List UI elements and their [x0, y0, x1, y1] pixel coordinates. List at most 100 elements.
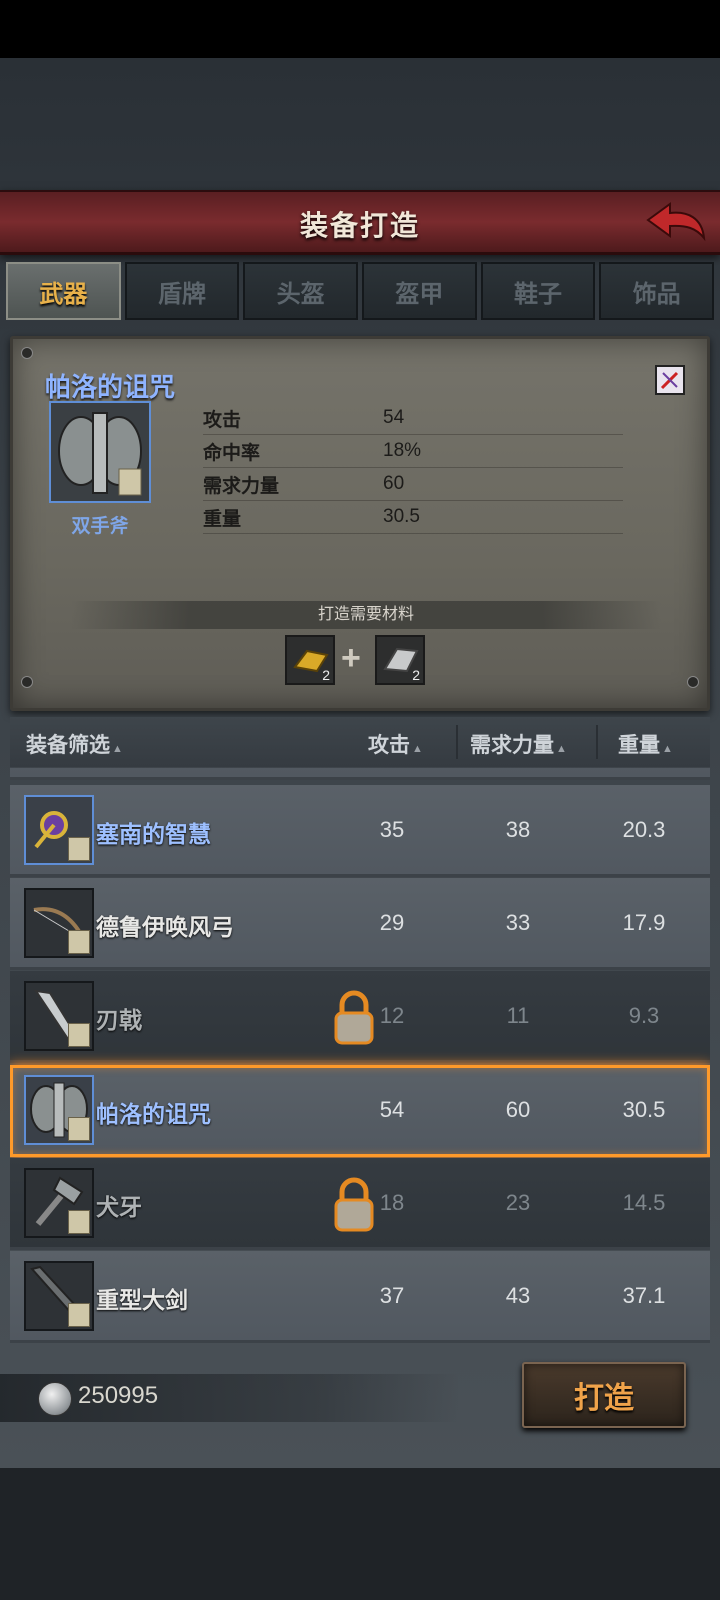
item-list[interactable]: 塞南的智慧 35 38 20.3 德鲁伊唤风弓 29 33 17.9 刃戟 12…	[10, 768, 710, 1358]
item-strength: 60	[505, 1097, 531, 1122]
bow-icon	[24, 888, 94, 958]
status-bar	[0, 0, 720, 58]
item-strength: 38	[505, 817, 531, 842]
footer-bar: 250995 打造	[0, 1360, 720, 1440]
item-weight: 9.3	[628, 1003, 660, 1028]
stat-row: 命中率 18%	[203, 435, 623, 468]
tab-shield[interactable]: 盾牌	[124, 262, 240, 320]
hammer-icon	[24, 1168, 94, 1238]
list-item[interactable]	[10, 768, 710, 780]
stat-value: 54	[383, 407, 405, 428]
title-bar: 装备打造	[0, 190, 720, 255]
item-strength: 43	[505, 1283, 531, 1308]
craft-info-icon[interactable]	[655, 365, 685, 395]
staff-icon	[24, 795, 94, 865]
rivet	[687, 676, 699, 688]
craft-button[interactable]: 打造	[522, 1362, 686, 1428]
item-weight: 17.9	[622, 910, 666, 935]
sort-arrow-icon: ▲	[662, 743, 673, 755]
item-weight: 20.3	[622, 817, 666, 842]
sort-arrow-icon: ▲	[412, 743, 423, 755]
axe-icon	[24, 1075, 94, 1145]
list-item[interactable]: 刃戟 12 11 9.3	[10, 971, 710, 1063]
stat-value: 60	[383, 473, 405, 494]
silver-coin-icon	[38, 1382, 72, 1416]
greatsword-icon	[24, 1261, 94, 1331]
list-item[interactable]: 塞南的智慧 35 38 20.3	[10, 785, 710, 877]
filter-label: 装备筛选	[26, 734, 110, 757]
tab-helmet[interactable]: 头盔	[243, 262, 359, 320]
stat-value: 18%	[383, 440, 422, 461]
list-item-selected[interactable]: 帕洛的诅咒 54 60 30.5	[10, 1065, 710, 1157]
item-attack: 54	[379, 1097, 405, 1122]
scroll-badge-icon	[68, 1023, 90, 1047]
back-button[interactable]	[644, 198, 708, 246]
bottom-area	[0, 1468, 720, 1600]
scroll-badge-icon	[68, 1210, 90, 1234]
item-name: 帕洛的诅咒	[96, 1101, 211, 1127]
tab-accessory[interactable]: 饰品	[599, 262, 715, 320]
stat-row: 攻击 54	[203, 402, 623, 435]
item-name: 塞南的智慧	[96, 821, 211, 847]
stat-value: 30.5	[383, 506, 420, 527]
strength-sort[interactable]: 需求力量 ▲	[470, 729, 567, 759]
filter-sort[interactable]: 装备筛选 ▲	[26, 729, 123, 759]
sort-arrow-icon: ▲	[556, 743, 567, 755]
list-item[interactable]: 重型大剑 37 43 37.1	[10, 1251, 710, 1343]
item-attack: 18	[379, 1190, 405, 1215]
item-strength: 33	[505, 910, 531, 935]
item-name: 刃戟	[96, 1007, 142, 1033]
material-slot[interactable]: 2	[285, 635, 335, 685]
item-weight: 30.5	[622, 1097, 666, 1122]
stat-label: 命中率	[203, 442, 261, 464]
item-attack: 35	[379, 817, 405, 842]
scroll-badge-icon	[68, 1117, 90, 1141]
scroll-badge-icon	[68, 1303, 90, 1327]
material-count: 2	[412, 667, 420, 683]
item-name: 帕洛的诅咒	[45, 372, 176, 402]
item-weight: 37.1	[622, 1283, 666, 1308]
material-slot[interactable]: 2	[375, 635, 425, 685]
category-tabs: 武器 盾牌 头盔 盔甲 鞋子 饰品	[6, 262, 715, 322]
stat-row: 重量 30.5	[203, 501, 623, 534]
item-weight: 14.5	[622, 1190, 666, 1215]
material-count: 2	[322, 667, 330, 683]
stat-label: 重量	[203, 508, 242, 530]
halberd-icon	[24, 981, 94, 1051]
sort-arrow-icon: ▲	[112, 743, 123, 755]
item-attack: 12	[379, 1003, 405, 1028]
rivet	[21, 676, 33, 688]
item-strength: 11	[506, 1003, 530, 1028]
attack-sort[interactable]: 攻击 ▲	[368, 729, 423, 759]
item-detail-panel: 帕洛的诅咒 双手斧 攻击 54 命中率 18% 需求力量 60 重量 30.5 …	[10, 336, 710, 711]
axe-icon	[58, 412, 142, 496]
strength-label: 需求力量	[470, 734, 554, 757]
materials-label: 打造需要材料	[71, 601, 661, 629]
tab-weapon[interactable]: 武器	[6, 262, 121, 320]
plus-icon: +	[341, 639, 361, 677]
rivet	[21, 347, 33, 359]
divider	[456, 725, 458, 759]
list-item[interactable]: 犬牙 18 23 14.5	[10, 1158, 710, 1250]
item-attack: 37	[379, 1283, 405, 1308]
scroll-badge-icon	[68, 837, 90, 861]
item-name: 德鲁伊唤风弓	[96, 914, 234, 940]
tab-boots[interactable]: 鞋子	[480, 262, 596, 320]
divider	[596, 725, 598, 759]
item-name: 重型大剑	[96, 1287, 188, 1313]
stat-row: 需求力量 60	[203, 468, 623, 501]
item-strength: 23	[505, 1190, 531, 1215]
currency-amount: 250995	[78, 1382, 159, 1409]
scroll-badge-icon	[68, 930, 90, 954]
list-item[interactable]: 德鲁伊唤风弓 29 33 17.9	[10, 878, 710, 970]
item-image	[49, 401, 151, 503]
back-arrow-icon	[646, 202, 706, 242]
item-name: 犬牙	[96, 1194, 142, 1220]
page-title: 装备打造	[299, 210, 420, 241]
stat-label: 需求力量	[203, 475, 280, 497]
attack-label: 攻击	[368, 734, 410, 757]
item-attack: 29	[379, 910, 405, 935]
tab-armor[interactable]: 盔甲	[362, 262, 477, 320]
item-type: 双手斧	[71, 516, 129, 537]
weight-sort[interactable]: 重量 ▲	[618, 729, 673, 759]
